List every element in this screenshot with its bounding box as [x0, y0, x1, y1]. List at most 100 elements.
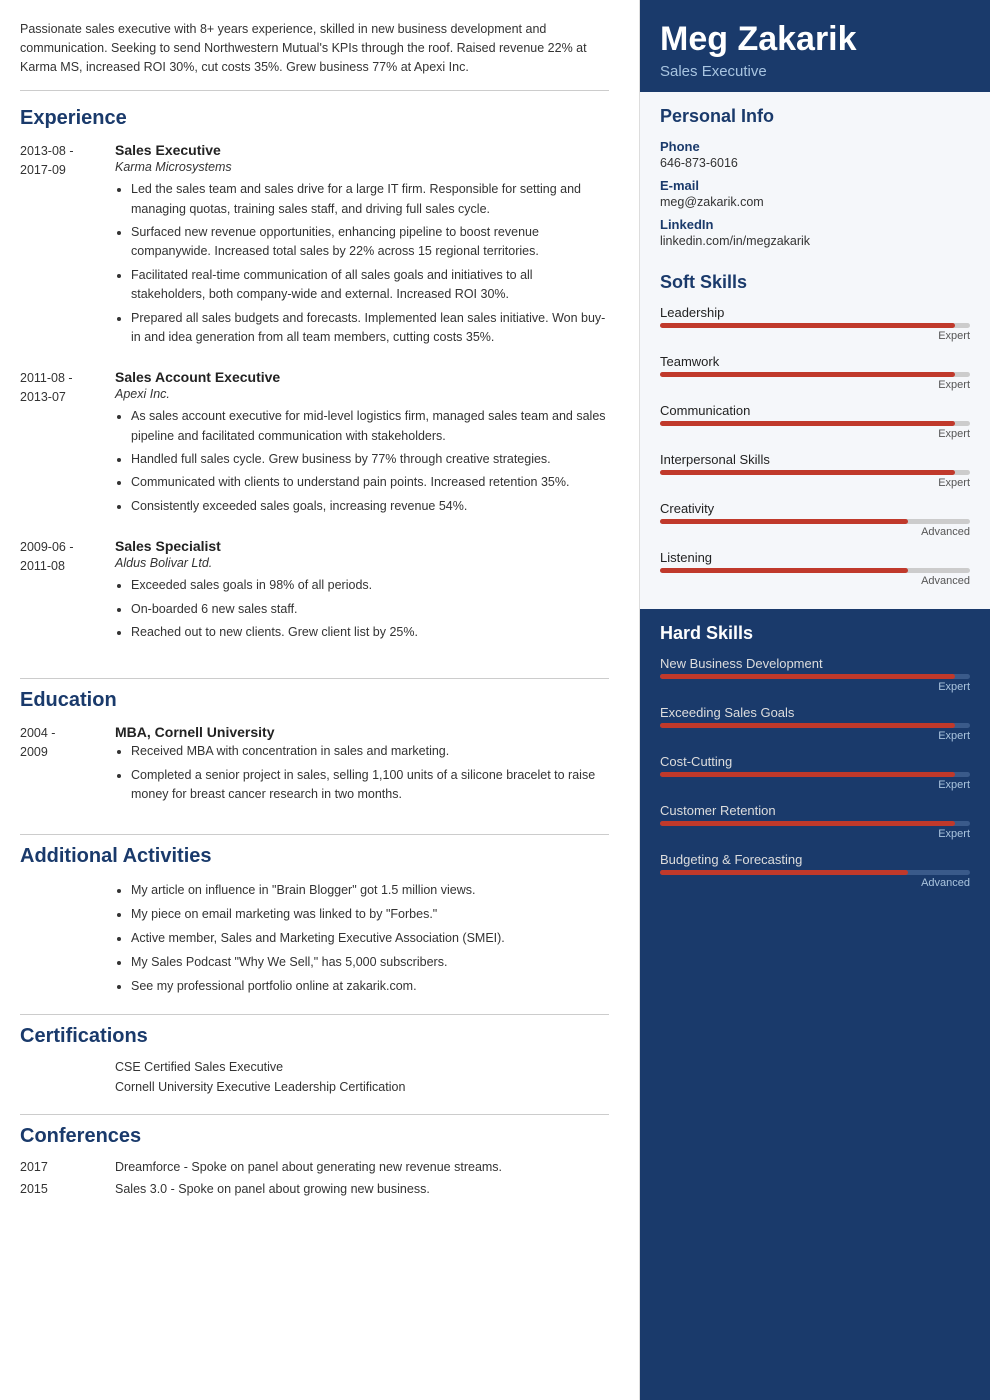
exp-job-title: Sales Executive	[115, 142, 609, 158]
list-item: On-boarded 6 new sales staff.	[131, 600, 609, 619]
skill-name: Creativity	[660, 501, 970, 516]
skill-bar-fill	[660, 723, 955, 728]
right-column: Meg Zakarik Sales Executive Personal Inf…	[640, 0, 990, 1400]
skill-bar-background	[660, 870, 970, 875]
skill-bar-background	[660, 568, 970, 573]
skill-bar-fill	[660, 470, 955, 475]
skill-name: Cost-Cutting	[660, 754, 970, 769]
skill-level-label: Expert	[660, 730, 970, 742]
list-item: Surfaced new revenue opportunities, enha…	[131, 223, 609, 262]
experience-list: 2013-08 - 2017-09Sales Executive Karma Mi…	[20, 142, 609, 646]
exp-content: Sales Account Executive Apexi Inc. As sale…	[115, 369, 609, 520]
phone-value: 646-873-6016	[660, 156, 970, 170]
soft-skill-item: Teamwork Expert	[660, 354, 970, 391]
exp-company: Apexi Inc.	[115, 387, 609, 401]
linkedin-label: LinkedIn	[660, 217, 970, 232]
skill-bar-background	[660, 821, 970, 826]
skill-bar-fill	[660, 821, 955, 826]
skill-bar-fill	[660, 421, 955, 426]
list-item: Reached out to new clients. Grew client …	[131, 623, 609, 642]
candidate-job-title: Sales Executive	[660, 63, 970, 80]
email-label: E-mail	[660, 178, 970, 193]
certifications-heading: Certifications	[20, 1025, 609, 1048]
skill-level-label: Advanced	[660, 575, 970, 587]
skill-bar-fill	[660, 674, 955, 679]
skill-bar-fill	[660, 519, 908, 524]
activities-list: My article on influence in "Brain Blogge…	[115, 880, 609, 996]
skill-bar-background	[660, 470, 970, 475]
exp-content: Sales SpecialistAldus Bolivar Ltd.Exceed…	[115, 538, 609, 646]
edu-date: 2004 - 2009	[20, 724, 115, 808]
exp-bullets: Exceeded sales goals in 98% of all perio…	[115, 576, 609, 642]
certification-item: CSE Certified Sales Executive	[115, 1060, 609, 1074]
soft-skills-section: Soft Skills LeadershipExpertTeamworkExpe…	[640, 258, 990, 609]
exp-job-title: Sales Specialist	[115, 538, 609, 554]
skill-level-label: Expert	[660, 828, 970, 840]
skill-bar-fill	[660, 372, 955, 377]
conf-year: 2015	[20, 1182, 115, 1196]
list-item: Exceeded sales goals in 98% of all perio…	[131, 576, 609, 595]
list-item: Prepared all sales budgets and forecasts…	[131, 309, 609, 348]
conf-description: Sales 3.0 - Spoke on panel about growing…	[115, 1182, 609, 1196]
skill-bar-fill	[660, 323, 955, 328]
certifications-section: Certifications CSE Certified Sales Execu…	[20, 1025, 609, 1115]
skill-name: Listening	[660, 550, 970, 565]
soft-skills-list: LeadershipExpertTeamworkExpertCommunicat…	[660, 305, 970, 587]
skill-bar-background	[660, 723, 970, 728]
soft-skill-item: Listening Advanced	[660, 550, 970, 587]
summary: Passionate sales executive with 8+ years…	[20, 20, 609, 91]
hard-skill-item: Budgeting & ForecastingAdvanced	[660, 852, 970, 889]
skill-bar-background	[660, 323, 970, 328]
education-list: 2004 - 2009MBA, Cornell UniversityReceiv…	[20, 724, 609, 808]
skill-name: Teamwork	[660, 354, 970, 369]
skill-bar-fill	[660, 568, 908, 573]
edu-content: MBA, Cornell UniversityReceived MBA with…	[115, 724, 609, 808]
additional-section: Additional Activities My article on infl…	[20, 845, 609, 1015]
additional-heading: Additional Activities	[20, 845, 609, 868]
skill-level-label: Expert	[660, 477, 970, 489]
candidate-name: Meg Zakarik	[660, 20, 970, 59]
list-item: Active member, Sales and Marketing Execu…	[131, 928, 609, 948]
experience-section: Experience 2013-08 - 2017-09Sales Execut…	[20, 107, 609, 679]
skill-name: Interpersonal Skills	[660, 452, 970, 467]
experience-entry: 2011-08 - 2013-07Sales Account Executive…	[20, 369, 609, 520]
list-item: Consistently exceeded sales goals, incre…	[131, 497, 609, 516]
education-section: Education 2004 - 2009MBA, Cornell Univer…	[20, 689, 609, 835]
exp-content: Sales Executive Karma Microsystems Led the…	[115, 142, 609, 351]
certification-item: Cornell University Executive Leadership …	[115, 1080, 609, 1094]
skill-bar-background	[660, 519, 970, 524]
exp-bullets: Led the sales team and sales drive for a…	[115, 180, 609, 347]
exp-date: 2013-08 - 2017-09	[20, 142, 115, 351]
experience-entry: 2013-08 - 2017-09Sales Executive Karma Mi…	[20, 142, 609, 351]
list-item: Completed a senior project in sales, sel…	[131, 766, 609, 805]
exp-job-title: Sales Account Executive	[115, 369, 609, 385]
exp-company: Karma Microsystems	[115, 160, 609, 174]
skill-level-label: Expert	[660, 379, 970, 391]
list-item: Communicated with clients to understand …	[131, 473, 609, 492]
skill-bar-background	[660, 772, 970, 777]
exp-bullets: As sales account executive for mid-level…	[115, 407, 609, 516]
personal-info-section: Personal Info Phone 646-873-6016 E-mail …	[640, 92, 990, 258]
hard-skill-item: Cost-CuttingExpert	[660, 754, 970, 791]
conference-entry: 2015Sales 3.0 - Spoke on panel about gro…	[20, 1182, 609, 1196]
email-value: meg@zakarik.com	[660, 195, 970, 209]
hard-skills-list: New Business Development Expert Exceeding …	[660, 656, 970, 889]
experience-entry: 2009-06 - 2011-08Sales SpecialistAldus B…	[20, 538, 609, 646]
edu-bullets: Received MBA with concentration in sales…	[115, 742, 609, 804]
skill-name: Exceeding Sales Goals	[660, 705, 970, 720]
skill-name: New Business Development	[660, 656, 970, 671]
soft-skill-item: CreativityAdvanced	[660, 501, 970, 538]
hard-skills-heading: Hard Skills	[660, 623, 970, 644]
list-item: See my professional portfolio online at …	[131, 976, 609, 996]
certifications-list: CSE Certified Sales Executive Cornell Uni…	[20, 1060, 609, 1094]
soft-skill-item: LeadershipExpert	[660, 305, 970, 342]
skill-level-label: Advanced	[660, 877, 970, 889]
skill-bar-background	[660, 421, 970, 426]
personal-info-heading: Personal Info	[660, 106, 970, 127]
list-item: My article on influence in "Brain Blogge…	[131, 880, 609, 900]
conferences-list: 2017Dreamforce - Spoke on panel about ge…	[20, 1160, 609, 1196]
linkedin-value: linkedin.com/in/megzakarik	[660, 234, 970, 248]
skill-level-label: Expert	[660, 428, 970, 440]
skill-bar-fill	[660, 870, 908, 875]
phone-label: Phone	[660, 139, 970, 154]
